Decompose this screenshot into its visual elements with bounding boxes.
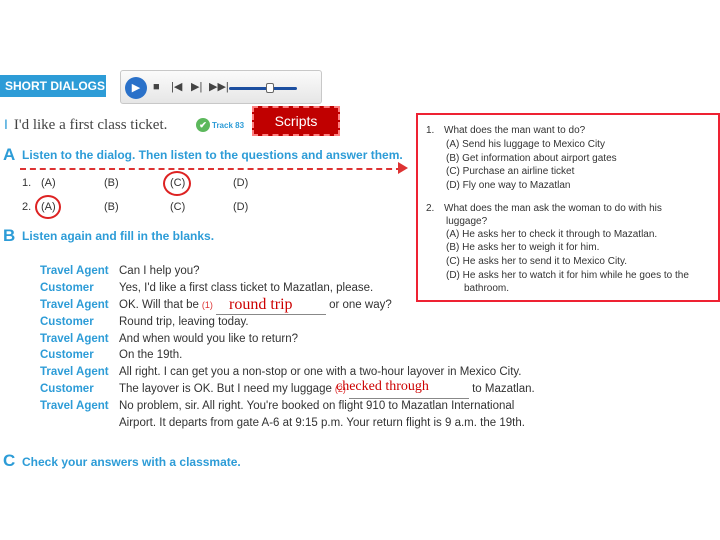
row-1-option-b[interactable]: (B) [104,177,119,189]
row-2-option-b[interactable]: (B) [104,201,119,213]
answer-circle-2 [35,195,61,219]
short-dialogs-banner: SHORT DIALOGS [0,75,106,97]
question-1-choice-b: (B) Get information about airport gates [446,153,617,164]
question-1-choice-d: (D) Fly one way to Mazatlan [446,180,571,191]
question-2-text-cont: luggage? [446,216,488,227]
dialog-text: All right. I can get you a non-stop or o… [119,366,522,379]
question-2-number: 2. [426,203,435,214]
play-icon[interactable]: ▶ [125,77,147,99]
volume-slider-handle[interactable] [265,83,274,93]
row-1-option-d[interactable]: (D) [233,177,248,189]
row-2-option-d[interactable]: (D) [233,201,248,213]
speaker-label: Travel Agent [40,332,109,345]
section-c-instruction: Check your answers with a classmate. [22,455,241,469]
dialog-text: The layover is OK. But I need my luggage… [119,381,535,400]
answer-1-round-trip: round trip [229,296,293,313]
blank-1-label: (1) [201,299,213,310]
section-c-letter: C [3,451,16,470]
dashed-arrow-line [20,168,402,170]
question-2-choice-a: (A) He asks her to check it through to M… [446,229,658,240]
dialog-line: Customer On the 19th. [40,347,560,364]
dialog-line: Airport. It departs from gate A-6 at 9:1… [40,415,560,432]
dialog-line: Customer Round trip, leaving today. [40,314,560,331]
question-1-choice-c: (C) Purchase an airline ticket [446,166,575,177]
lesson-title: I I'd like a first class ticket. [4,116,167,134]
audio-player: ▶ ■ |◀ ▶| ▶▶| [120,70,322,104]
speaker-label: Customer [40,349,94,362]
dialog-text: And when would you like to return? [119,332,298,345]
fast-forward-button[interactable]: ▶▶| [209,80,229,94]
stop-button[interactable]: ■ [153,80,160,94]
speaker-label: Customer [40,281,94,294]
arrow-head-icon [398,162,408,174]
volume-slider-track[interactable] [229,87,297,90]
dialog-line: Travel Agent No problem, sir. All right.… [40,398,560,415]
speaker-label: Travel Agent [40,298,109,311]
question-2-text: What does the man ask the woman to do wi… [444,203,662,214]
next-button[interactable]: ▶| [191,80,202,94]
track-check-icon: ✔ [196,118,210,132]
dialog-text: Round trip, leaving today. [119,315,249,328]
row-1-number: 1. [22,177,32,189]
section-a-instruction: Listen to the dialog. Then listen to the… [22,148,403,162]
speaker-label: Travel Agent [40,366,109,379]
speaker-label: Travel Agent [40,265,109,277]
dialog-text-before: The layover is OK. But I need my luggage [119,383,332,396]
section-b-instruction: Listen again and fill in the blanks. [22,229,215,243]
scripts-button[interactable]: Scripts [252,106,340,136]
speaker-label: Customer [40,315,94,328]
speaker-label: Travel Agent [40,400,109,413]
section-a-letter: A [3,145,16,164]
dialog-line: Travel Agent And when would you like to … [40,331,560,348]
question-1-text: What does the man want to do? [444,125,586,136]
lesson-title-text: I'd like a first class ticket. [13,117,168,133]
question-2-choice-c: (C) He asks her to send it to Mexico Cit… [446,256,627,267]
dialog-text: Can I help you? [119,265,200,277]
dialog-text: Airport. It departs from gate A-6 at 9:1… [119,417,525,430]
question-2-choice-d: (D) He asks her to watch it for him whil… [446,270,689,281]
question-1-number: 1. [426,125,435,136]
questions-script-box: 1. What does the man want to do? (A) Send… [416,113,720,302]
previous-button[interactable]: |◀ [171,80,182,94]
lesson-number: I [4,116,8,132]
dialog-text: No problem, sir. All right. You're booke… [119,400,515,413]
answer-circle-1 [163,171,191,196]
dialog-text-before: OK. Will that be [119,298,199,311]
question-1-choice-a: (A) Send his luggage to Mexico City [446,139,605,150]
dialog-text-after: or one way? [329,298,392,311]
section-b-letter: B [3,226,16,245]
dialog-text-after: to Mazatlan. [472,383,535,396]
dialog-text: Yes, I'd like a first class ticket to Ma… [119,281,374,294]
question-2: 2. What does the man ask the woman to do … [426,203,662,216]
dialog-text: On the 19th. [119,349,183,362]
question-1: 1. What does the man want to do? [426,125,585,138]
question-2-choice-b: (B) He asks her to weigh it for him. [446,242,600,253]
question-2-choice-d-cont: bathroom. [464,283,510,294]
track-badge: ✔ Track 83 [196,118,244,132]
answer-2-checked-through: checked through [336,379,429,394]
row-2-number: 2. [22,201,32,213]
speaker-label: Customer [40,383,94,396]
dialog-line: Travel Agent All right. I can get you a … [40,364,560,381]
dialog-line: Customer The layover is OK. But I need m… [40,381,560,400]
row-2-option-c[interactable]: (C) [170,201,185,213]
track-label: Track 83 [212,120,245,130]
row-1-option-a[interactable]: (A) [41,177,56,189]
